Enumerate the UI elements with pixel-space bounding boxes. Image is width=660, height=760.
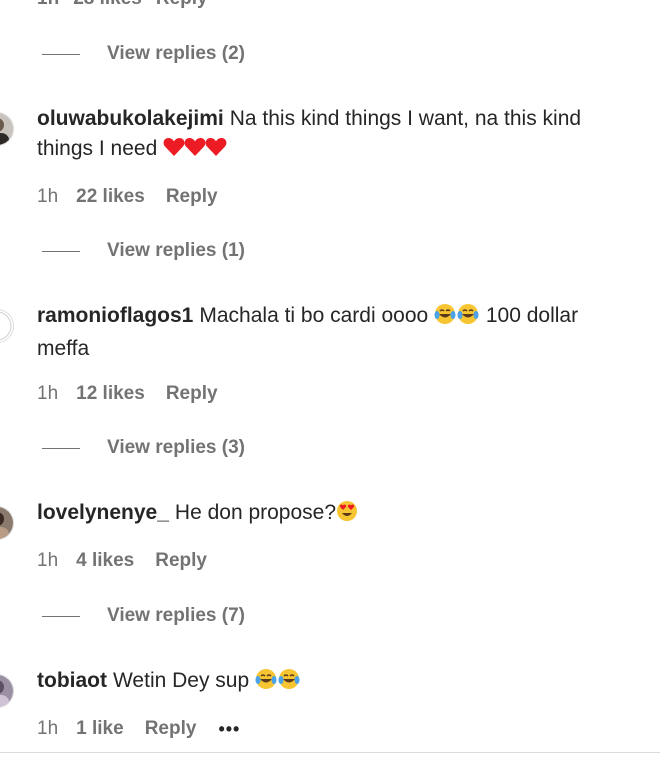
comment-meta: 1h 1 like Reply ••• <box>37 718 240 740</box>
view-replies-button[interactable]: View replies (7) <box>42 605 245 627</box>
avatar[interactable] <box>0 309 14 343</box>
laughing-tears-icon <box>434 303 480 334</box>
replies-line <box>42 53 80 55</box>
comment-username[interactable]: tobiaot <box>37 669 107 692</box>
heart-icon <box>163 136 229 167</box>
heart-eyes-icon <box>336 500 358 531</box>
comment-body: Wetin Dey sup <box>112 669 250 692</box>
comment-likes[interactable]: 1 like <box>76 718 124 740</box>
comment-username[interactable]: oluwabukolakejimi <box>37 107 224 130</box>
comment-time: 1h <box>37 718 59 739</box>
comment-meta: 1h 22 likes Reply <box>37 186 218 208</box>
comment-likes[interactable]: 12 likes <box>76 383 145 405</box>
replies-line <box>42 250 80 252</box>
comment-body-line1: Na this kind things I want, na this kind <box>229 107 582 130</box>
view-replies-button[interactable]: View replies (1) <box>42 240 245 262</box>
comment-time: 1h <box>37 550 59 571</box>
avatar[interactable] <box>0 674 14 708</box>
view-replies-label: View replies (2) <box>107 43 245 64</box>
reply-button[interactable]: Reply <box>156 0 208 8</box>
previous-comment-meta: 1h 28 likes Reply <box>37 0 208 8</box>
comment-text: oluwabukolakejimi Na this kind things I w… <box>37 104 637 167</box>
view-replies-button[interactable]: View replies (2) <box>42 43 245 65</box>
comment-time: 1h <box>37 383 59 404</box>
view-replies-button[interactable]: View replies (3) <box>42 437 245 459</box>
comment-likes[interactable]: 28 likes <box>73 0 142 8</box>
comment-body-line1b: 100 dollar <box>485 304 579 327</box>
view-replies-label: View replies (7) <box>107 605 245 626</box>
comment-time: 1h <box>37 186 59 207</box>
comment-text: tobiaot Wetin Dey sup <box>37 666 637 699</box>
comment-likes[interactable]: 4 likes <box>76 550 134 572</box>
avatar[interactable] <box>0 506 14 540</box>
comment-likes[interactable]: 22 likes <box>76 186 145 208</box>
comment-username[interactable]: ramonioflagos1 <box>37 304 193 327</box>
comment-username[interactable]: lovelynenye_ <box>37 501 169 524</box>
comment-body-line2: meffa <box>37 337 90 360</box>
more-options-icon[interactable]: ••• <box>218 719 240 740</box>
comment-text: ramonioflagos1 Machala ti bo cardi oooo <box>37 301 637 364</box>
avatar[interactable] <box>0 112 14 146</box>
comment-body-line2: things I need <box>37 137 158 160</box>
replies-line <box>42 447 80 449</box>
view-replies-label: View replies (3) <box>107 437 245 458</box>
comment-meta: 1h 4 likes Reply <box>37 550 207 572</box>
reply-button[interactable]: Reply <box>166 186 218 208</box>
laughing-tears-icon <box>255 668 301 699</box>
reply-button[interactable]: Reply <box>166 383 218 405</box>
comment-time: 1h <box>37 0 59 8</box>
divider <box>0 752 660 753</box>
comment-body-line1: Machala ti bo cardi oooo <box>199 304 429 327</box>
view-replies-label: View replies (1) <box>107 240 245 261</box>
replies-line <box>42 615 80 617</box>
reply-button[interactable]: Reply <box>145 718 197 740</box>
comment-text: lovelynenye_ He don propose? <box>37 498 637 531</box>
comment-body: He don propose? <box>174 501 337 524</box>
reply-button[interactable]: Reply <box>155 550 207 572</box>
comment-meta: 1h 12 likes Reply <box>37 383 218 405</box>
